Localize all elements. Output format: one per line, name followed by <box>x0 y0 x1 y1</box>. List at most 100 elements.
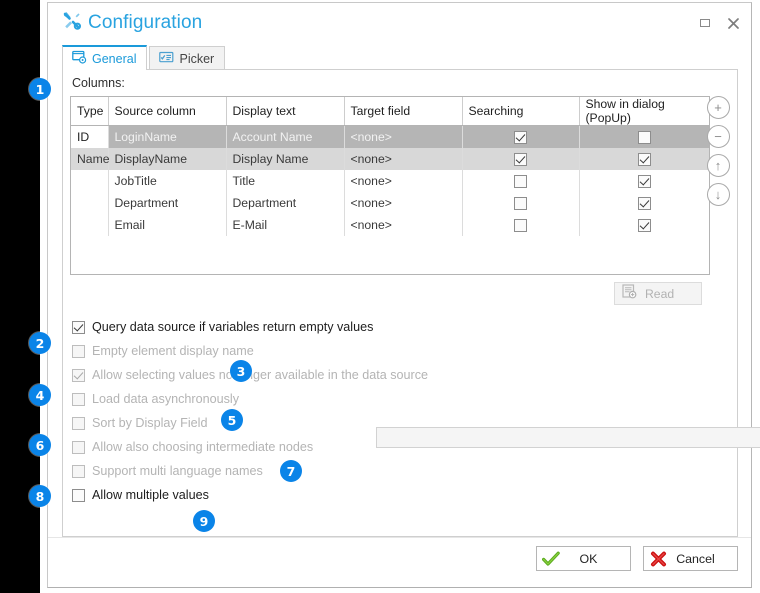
footer-buttons: OK Cancel <box>536 546 738 571</box>
cell-searching[interactable] <box>462 125 580 148</box>
option-load-data-asynchronously: Load data asynchronously <box>72 387 722 411</box>
cell-searching[interactable] <box>462 214 580 236</box>
grid-header-target-field[interactable]: Target field <box>344 97 463 126</box>
cell-type[interactable]: ID <box>71 125 109 148</box>
cell-type[interactable] <box>71 170 109 192</box>
dialog-content-panel: General Picker Columns: Type Source colu… <box>62 45 760 539</box>
move-down-button[interactable]: ↓ <box>706 183 730 206</box>
cell-target[interactable]: <none> <box>344 170 463 192</box>
query-data-source-checkbox[interactable] <box>72 320 85 334</box>
cell-popup[interactable] <box>579 148 709 170</box>
callout-badge-7: 7 <box>280 460 302 482</box>
cell-target[interactable]: <none> <box>344 148 463 170</box>
cell-searching[interactable] <box>462 192 580 214</box>
maximize-icon[interactable] <box>697 15 713 31</box>
searching-checkbox[interactable] <box>514 153 527 167</box>
columns-label: Columns: <box>72 76 125 90</box>
option-label: Allow also choosing intermediate nodes <box>92 440 314 454</box>
popup-checkbox[interactable] <box>637 175 651 189</box>
read-button-label: Read <box>645 286 675 301</box>
cell-source[interactable]: JobTitle <box>108 170 227 192</box>
cell-source[interactable]: Department <box>108 192 227 214</box>
cell-searching[interactable] <box>462 170 580 192</box>
cell-source[interactable]: Email <box>108 214 227 236</box>
popup-checkbox[interactable] <box>637 153 651 167</box>
grid-header-display-text[interactable]: Display text <box>226 97 345 126</box>
remove-row-button[interactable]: − <box>706 125 730 148</box>
cell-searching[interactable] <box>462 148 580 170</box>
popup-checkbox[interactable] <box>637 219 651 233</box>
allow-intermediate-nodes-checkbox <box>72 440 85 454</box>
option-query-data-source[interactable]: Query data source if variables return em… <box>72 315 722 339</box>
empty-element-display-name-input[interactable] <box>376 427 760 448</box>
allow-multiple-values-checkbox[interactable] <box>72 488 85 502</box>
move-up-button[interactable]: ↑ <box>706 154 730 177</box>
cell-popup[interactable] <box>579 192 709 214</box>
table-row[interactable]: Email E-Mail <none> <box>71 214 709 236</box>
sort-by-display-field-checkbox <box>72 416 85 430</box>
grid-header-searching[interactable]: Searching <box>462 97 580 126</box>
add-row-button[interactable]: + <box>706 96 730 119</box>
tab-general[interactable]: General <box>62 45 148 70</box>
dialog-title: Configuration <box>88 12 203 33</box>
cell-popup[interactable] <box>579 214 709 236</box>
option-label: Query data source if variables return em… <box>92 320 374 334</box>
callout-badge-2: 2 <box>29 332 51 354</box>
cell-target[interactable]: <none> <box>344 192 463 214</box>
option-label: Load data asynchronously <box>92 392 240 406</box>
cell-popup[interactable] <box>579 125 709 148</box>
tools-icon <box>62 11 81 35</box>
callout-badge-1: 1 <box>29 78 51 100</box>
table-row[interactable]: Name DisplayName Display Name <none> <box>71 148 709 170</box>
searching-checkbox[interactable] <box>514 131 527 145</box>
empty-element-display-name-checkbox <box>72 344 85 358</box>
read-button[interactable]: Read <box>614 282 702 305</box>
grid-header-type[interactable]: Type <box>71 97 109 126</box>
table-row[interactable]: Department Department <none> <box>71 192 709 214</box>
cancel-button[interactable]: Cancel <box>643 546 738 571</box>
grid-header-source-column[interactable]: Source column <box>108 97 227 126</box>
check-icon <box>537 551 565 567</box>
close-icon[interactable] <box>725 15 741 31</box>
option-allow-multiple-values[interactable]: Allow multiple values <box>72 483 722 507</box>
tab-picker[interactable]: Picker <box>149 46 226 70</box>
option-label: Allow multiple values <box>92 488 209 502</box>
cell-source[interactable]: DisplayName <box>108 148 227 170</box>
general-tab-icon <box>72 50 87 67</box>
tab-general-label: General <box>92 51 137 66</box>
option-empty-element-display-name: Empty element display name <box>72 339 722 363</box>
searching-checkbox[interactable] <box>514 197 527 211</box>
dialog-title-group: Configuration <box>62 11 202 35</box>
ok-button-label: OK <box>579 551 598 566</box>
ok-button[interactable]: OK <box>536 546 631 571</box>
callout-badge-8: 8 <box>29 485 51 507</box>
picker-tab-icon <box>159 51 174 67</box>
option-label: Empty element display name <box>92 344 254 358</box>
cell-display[interactable]: Title <box>226 170 345 192</box>
cell-type[interactable]: Name <box>71 148 110 170</box>
searching-checkbox[interactable] <box>514 219 527 233</box>
cell-display[interactable]: Display Name <box>226 148 345 170</box>
popup-checkbox[interactable] <box>637 197 651 211</box>
screenshot-root: Configuration General Picker Columns: Ty… <box>0 0 760 593</box>
cell-type[interactable] <box>71 192 109 214</box>
cell-target[interactable]: <none> <box>344 125 463 148</box>
searching-checkbox[interactable] <box>514 175 527 189</box>
allow-selecting-unavailable-values-checkbox <box>72 368 85 382</box>
cell-display[interactable]: E-Mail <box>226 214 345 236</box>
general-tab-panel: Columns: Type Source column Display text… <box>62 69 760 537</box>
cell-type[interactable] <box>71 214 109 236</box>
table-row[interactable]: JobTitle Title <none> <box>71 170 709 192</box>
window-controls <box>697 15 741 31</box>
callout-badge-5: 5 <box>221 409 243 431</box>
option-allow-selecting-unavailable-values: Allow selecting values no longer availab… <box>72 363 722 387</box>
cell-display[interactable]: Department <box>226 192 345 214</box>
cell-popup[interactable] <box>579 170 709 192</box>
grid-header-show-in-dialog[interactable]: Show in dialog (PopUp) <box>579 97 709 126</box>
cell-target[interactable]: <none> <box>344 214 463 236</box>
table-row[interactable]: ID LoginName Account Name <none> <box>71 125 709 148</box>
cell-source[interactable]: LoginName <box>108 125 227 148</box>
cell-display[interactable]: Account Name <box>226 125 345 148</box>
columns-grid[interactable]: Type Source column Display text Target f… <box>70 96 710 275</box>
popup-checkbox[interactable] <box>637 131 651 145</box>
